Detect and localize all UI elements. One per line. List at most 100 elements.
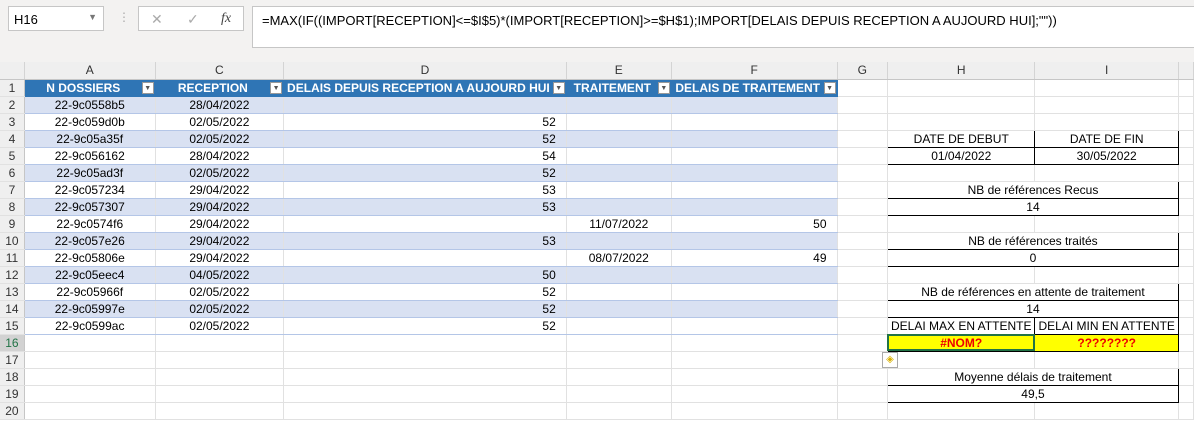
table-cell[interactable] [566,130,672,148]
error-warning-icon[interactable]: ◈ [882,352,898,368]
row-header-1[interactable]: 1 [0,79,25,97]
table-cell[interactable] [671,164,838,182]
row-header-14[interactable]: 14 [0,300,25,318]
cell[interactable] [566,385,672,403]
table-header-cell[interactable]: DELAIS DE TRAITEMENT ▼ [671,79,838,97]
cell-J[interactable] [1178,266,1194,284]
cell-J[interactable] [1178,96,1194,114]
cell-H[interactable] [887,164,1036,182]
table-cell[interactable]: 22-9c057307 [24,198,156,216]
cell[interactable] [566,368,672,386]
cell-G[interactable] [837,130,888,148]
cell[interactable] [155,334,285,352]
cell-J[interactable] [1178,317,1194,335]
table-cell[interactable]: 22-9c05806e [24,249,156,267]
table-cell[interactable] [671,113,838,131]
table-cell[interactable]: 22-9c057234 [24,181,156,199]
filter-dropdown-icon[interactable]: ▼ [141,81,154,94]
row-header-3[interactable]: 3 [0,113,25,131]
cell-H[interactable] [887,215,1036,233]
row-header-20[interactable]: 20 [0,402,25,420]
row-header-8[interactable]: 8 [0,198,25,216]
table-cell[interactable] [671,232,838,250]
summary-date-debut[interactable]: 01/04/2022 [886,146,1036,165]
table-cell[interactable] [671,147,838,165]
filter-dropdown-icon[interactable]: ▼ [657,81,670,94]
row-header-4[interactable]: 4 [0,130,25,148]
cell-I[interactable] [1034,79,1179,97]
cell-I[interactable] [1034,215,1179,233]
cell[interactable] [283,385,567,403]
cell[interactable] [155,351,285,369]
cell-I[interactable] [1034,402,1179,420]
table-cell[interactable] [671,181,838,199]
cell-J[interactable] [1178,147,1194,165]
table-cell[interactable]: 29/04/2022 [155,249,285,267]
table-cell[interactable] [671,198,838,216]
cell-J[interactable] [1178,79,1194,97]
table-cell[interactable]: 53 [283,198,567,216]
formula-input[interactable]: =MAX(IF((IMPORT[RECEPTION]<=$I$5)*(IMPOR… [252,6,1194,48]
drag-handle-icon[interactable]: ⋮ [118,10,130,24]
table-cell[interactable] [566,266,672,284]
table-header-cell[interactable]: N DOSSIERS ▼ [24,79,156,97]
cell-G[interactable] [837,368,888,386]
table-cell[interactable]: 29/04/2022 [155,215,285,233]
cell-J[interactable] [1178,368,1194,386]
cell[interactable] [24,351,156,369]
cell-I[interactable] [1034,351,1179,369]
cell-H[interactable] [887,96,1036,114]
table-cell[interactable]: 22-9c0599ac [24,317,156,335]
cell-H[interactable] [887,351,1036,369]
cell-G[interactable] [837,283,888,301]
cell-J[interactable] [1178,402,1194,420]
table-cell[interactable]: 54 [283,147,567,165]
cell-J[interactable] [1178,164,1194,182]
column-header-D[interactable]: D [283,62,567,80]
cell-J[interactable] [1178,215,1194,233]
table-cell[interactable]: 02/05/2022 [155,164,285,182]
summary-attente[interactable]: 14 [886,299,1179,318]
cell-J[interactable] [1178,351,1194,369]
cancel-icon[interactable]: ✕ [151,11,163,28]
row-header-17[interactable]: 17 [0,351,25,369]
row-header-2[interactable]: 2 [0,96,25,114]
table-cell[interactable]: 52 [283,113,567,131]
table-cell[interactable]: 52 [283,130,567,148]
cell-J[interactable] [1178,300,1194,318]
table-cell[interactable]: 52 [283,283,567,301]
filter-dropdown-icon[interactable]: ▼ [270,81,283,94]
row-header-9[interactable]: 9 [0,215,25,233]
table-cell[interactable] [566,181,672,199]
table-cell[interactable]: 02/05/2022 [155,283,285,301]
column-header-extra[interactable] [1178,62,1194,80]
row-header-11[interactable]: 11 [0,249,25,267]
summary-max-label[interactable]: DELAI MAX EN ATTENTE [886,316,1036,335]
cell-G[interactable] [837,385,888,403]
table-cell[interactable]: 29/04/2022 [155,232,285,250]
table-cell[interactable] [671,130,838,148]
summary-date-fin-label[interactable]: DATE DE FIN [1034,129,1179,148]
table-cell[interactable]: 22-9c0574f6 [24,215,156,233]
cell[interactable] [155,402,285,420]
table-cell[interactable]: 02/05/2022 [155,317,285,335]
column-header-H[interactable]: H [887,62,1036,80]
cell-G[interactable] [837,79,888,97]
cell-G[interactable] [837,317,888,335]
cell-H[interactable] [887,402,1036,420]
summary-moyenne[interactable]: 49,5 [886,384,1179,403]
column-header-G[interactable]: G [837,62,888,80]
table-cell[interactable] [566,232,672,250]
summary-recus[interactable]: 14 [886,197,1179,216]
table-cell[interactable]: 53 [283,232,567,250]
cell-G[interactable] [837,147,888,165]
enter-icon[interactable]: ✓ [187,11,199,28]
cell-J[interactable] [1178,198,1194,216]
table-cell[interactable]: 11/07/2022 [566,215,672,233]
summary-traites-label[interactable]: NB de références traités [886,231,1179,250]
cell-I[interactable] [1034,266,1179,284]
table-cell[interactable]: 22-9c05ad3f [24,164,156,182]
cell-G[interactable] [837,402,888,420]
summary-date-fin[interactable]: 30/05/2022 [1034,146,1179,165]
table-cell[interactable] [671,317,838,335]
